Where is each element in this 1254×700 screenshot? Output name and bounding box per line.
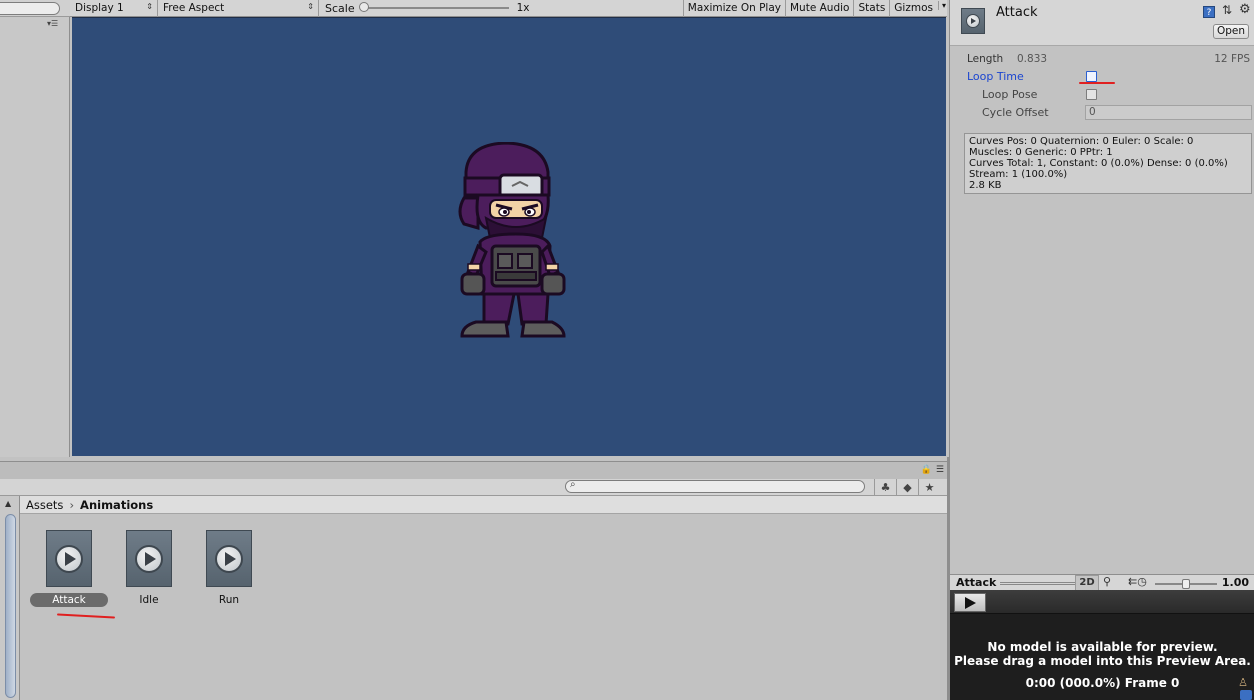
- animation-clip-thumbnail[interactable]: [46, 530, 92, 587]
- filter-by-type-icon[interactable]: ♣: [874, 479, 896, 496]
- play-icon: [964, 596, 976, 609]
- preview-area[interactable]: No model is available for preview. Pleas…: [949, 590, 1254, 700]
- scale-label: Scale: [325, 1, 355, 15]
- avatar-select-icon[interactable]: [1240, 690, 1252, 700]
- play-icon: [215, 544, 243, 573]
- gizmos-label: Gizmos: [894, 2, 933, 14]
- asset-item-idle[interactable]: Idle: [108, 530, 190, 607]
- preset-icon[interactable]: ⇅: [1222, 3, 1232, 17]
- inspector-panel: Attack ? ⇅ ⚙ Open Length 0.833 12 FPS Lo…: [949, 0, 1254, 574]
- scale-slider-thumb[interactable]: [358, 2, 369, 12]
- asset-label[interactable]: Idle: [133, 593, 164, 607]
- mute-audio-button[interactable]: Mute Audio: [785, 0, 853, 17]
- inspector-title: Attack: [996, 5, 1038, 20]
- hierarchy-panel: ▾☰: [0, 0, 70, 457]
- asset-grid: Attack Idle Run: [21, 514, 948, 700]
- search-icon: ⌕: [570, 479, 576, 490]
- red-annotation-underline: [1079, 82, 1115, 84]
- help-icon[interactable]: ?: [1203, 6, 1215, 18]
- project-folder-tree: ▲: [0, 496, 20, 700]
- asset-item-attack[interactable]: Attack: [28, 530, 110, 607]
- curves-info-line: Curves Pos: 0 Quaternion: 0 Euler: 0 Sca…: [969, 136, 1194, 147]
- project-panel-header: 🔒 ☰: [0, 461, 948, 479]
- preview-timeline[interactable]: [950, 590, 1254, 614]
- avatar-icon[interactable]: ♙: [1238, 676, 1248, 689]
- hierarchy-menu-icon[interactable]: ▾☰: [47, 19, 58, 28]
- inspector-header: Attack ? ⇅ ⚙ Open: [950, 0, 1254, 46]
- gear-icon[interactable]: ⚙: [1239, 2, 1251, 17]
- no-model-message: No model is available for preview. Pleas…: [950, 640, 1254, 668]
- breadcrumb-animations[interactable]: Animations: [80, 498, 153, 512]
- loop-pose-label: Loop Pose: [982, 88, 1038, 101]
- display-dropdown-label: Display 1: [75, 2, 124, 14]
- dropdown-arrow-icon: ⇕: [146, 1, 153, 11]
- dropdown-arrow-icon: ⇕: [307, 1, 314, 11]
- open-button[interactable]: Open: [1213, 24, 1249, 39]
- play-icon: [966, 14, 980, 28]
- tag-icon[interactable]: ◆: [896, 479, 918, 496]
- cycle-offset-label: Cycle Offset: [982, 106, 1049, 119]
- scale-value: 1x: [516, 2, 530, 14]
- breadcrumb-separator-icon: ›: [69, 497, 75, 512]
- red-annotation-underline: [56, 613, 116, 619]
- curves-info-line: 2.8 KB: [969, 180, 1002, 191]
- game-view-canvas[interactable]: [72, 17, 946, 456]
- asset-label[interactable]: Attack: [30, 593, 108, 607]
- curves-info-box: Curves Pos: 0 Quaternion: 0 Euler: 0 Sca…: [964, 133, 1252, 194]
- aspect-dropdown[interactable]: Free Aspect ⇕: [158, 0, 319, 17]
- folder-tree-scrollbar[interactable]: [5, 514, 16, 698]
- animation-clip-icon: [961, 8, 985, 34]
- preview-2d-toggle[interactable]: 2D: [1075, 575, 1099, 591]
- project-toolbar: ⌕ ♣ ◆ ★: [0, 479, 948, 496]
- curves-info-line: Muscles: 0 Generic: 0 PPtr: 1: [969, 147, 1113, 158]
- loop-time-label: Loop Time: [967, 70, 1024, 83]
- no-model-line-1: No model is available for preview.: [987, 640, 1218, 654]
- preview-title: Attack: [956, 576, 997, 589]
- playback-speed-icon[interactable]: ⇇◷: [1128, 575, 1147, 588]
- game-view-toolbar: Display 1 ⇕ Free Aspect ⇕ Scale 1x Maxim…: [70, 0, 947, 17]
- breadcrumb: Assets › Animations: [20, 496, 948, 514]
- playback-speed-slider[interactable]: [1155, 579, 1217, 589]
- curves-info-line: Stream: 1 (100.0%): [969, 169, 1068, 180]
- preview-drag-handle[interactable]: [1000, 582, 1076, 585]
- star-icon[interactable]: ★: [918, 479, 940, 496]
- length-label: Length: [967, 53, 1004, 65]
- loop-pose-checkbox[interactable]: [1086, 89, 1097, 100]
- gizmos-dropdown-arrow-icon[interactable]: ▾: [937, 0, 946, 10]
- display-dropdown[interactable]: Display 1 ⇕: [70, 0, 158, 17]
- no-model-line-2: Please drag a model into this Preview Ar…: [954, 654, 1251, 668]
- stats-button[interactable]: Stats: [853, 0, 889, 17]
- preview-header[interactable]: Attack 2D ⚲ ⇇◷ 1.00: [949, 574, 1254, 591]
- gizmos-button[interactable]: Gizmos ▾: [889, 0, 947, 17]
- play-icon: [135, 544, 163, 573]
- scale-control: Scale 1x: [319, 0, 530, 17]
- asset-item-run[interactable]: Run: [188, 530, 270, 607]
- asset-label[interactable]: Run: [213, 593, 245, 607]
- panel-menu-icon[interactable]: ☰: [936, 465, 944, 475]
- frame-info: 0:00 (000.0%) Frame 0: [1025, 676, 1180, 690]
- maximize-on-play-button[interactable]: Maximize On Play: [682, 0, 785, 17]
- cycle-offset-field[interactable]: 0: [1085, 105, 1252, 120]
- playback-speed-value: 1.00: [1221, 576, 1249, 589]
- scale-slider[interactable]: [358, 2, 509, 12]
- play-icon: [55, 544, 83, 573]
- fps-value: 12 FPS: [1214, 53, 1250, 65]
- playback-speed-thumb[interactable]: [1182, 579, 1190, 589]
- pivot-icon[interactable]: ⚲: [1103, 575, 1111, 588]
- hierarchy-toolbar: [0, 0, 70, 17]
- loop-time-checkbox[interactable]: [1086, 71, 1097, 82]
- animation-clip-thumbnail[interactable]: [126, 530, 172, 587]
- preview-play-button[interactable]: [954, 593, 986, 612]
- scroll-up-icon[interactable]: ▲: [5, 499, 11, 508]
- hierarchy-search-input[interactable]: [0, 2, 60, 15]
- curves-info-line: Curves Total: 1, Constant: 0 (0.0%) Dens…: [969, 158, 1228, 169]
- aspect-dropdown-label: Free Aspect: [163, 2, 225, 14]
- animation-clip-thumbnail[interactable]: [206, 530, 252, 587]
- length-value: 0.833: [1017, 53, 1048, 65]
- lock-icon[interactable]: 🔒: [921, 465, 932, 475]
- ninja-character-sprite: [458, 142, 566, 338]
- project-search-input[interactable]: ⌕: [565, 479, 865, 493]
- breadcrumb-assets[interactable]: Assets: [26, 498, 63, 512]
